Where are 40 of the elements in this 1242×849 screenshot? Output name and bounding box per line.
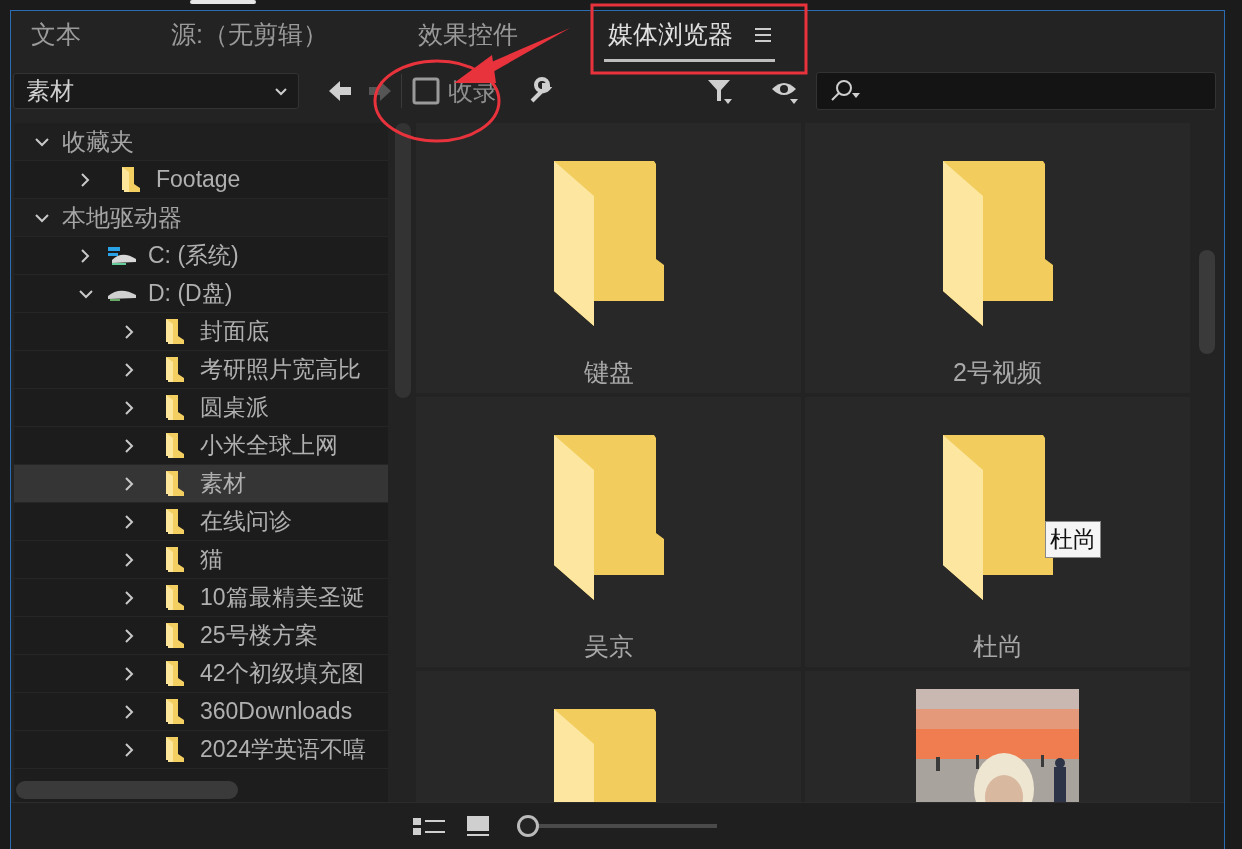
drive-icon (108, 246, 136, 265)
menu-icon[interactable] (754, 26, 771, 43)
thumbnail-tile[interactable]: 杜尚 杜尚 (805, 397, 1190, 667)
thumbnail-tile[interactable]: 吴京 (416, 397, 801, 667)
drag-handle[interactable] (190, 0, 256, 4)
folder-icon (164, 356, 186, 383)
tab[interactable]: 文本 (27, 12, 85, 62)
folder-icon (120, 166, 142, 193)
folder-icon (164, 736, 186, 763)
tooltip: 杜尚 (1045, 521, 1101, 558)
filter-icon[interactable] (706, 77, 734, 105)
folder-icon (164, 508, 186, 535)
folder-icon (164, 470, 186, 497)
search-icon (829, 79, 861, 103)
folder-icon (942, 161, 1053, 326)
folder-icon (164, 622, 186, 649)
folder-icon (164, 432, 186, 459)
tree-item[interactable]: 素材 (14, 465, 388, 503)
thumbnail-tile[interactable]: 2号视频 (805, 123, 1190, 393)
folder-icon (553, 161, 664, 326)
search-field[interactable] (816, 72, 1216, 110)
tab[interactable]: 效果控件 (413, 12, 522, 62)
folder-icon (164, 698, 186, 725)
scrollbar-thumb[interactable] (395, 123, 411, 398)
folder-icon (164, 394, 186, 421)
location-dropdown[interactable]: 素材 (13, 73, 299, 109)
scrollbar-thumb[interactable] (16, 781, 238, 799)
back-arrow-icon[interactable] (327, 78, 353, 104)
thumbnail-tile[interactable]: 键盘 (416, 123, 801, 393)
list-view-icon[interactable] (413, 816, 445, 836)
folder-icon (164, 584, 186, 611)
folder-icon (164, 318, 186, 345)
icon-view-icon[interactable] (467, 816, 489, 836)
chevron-down-icon (274, 85, 288, 97)
folder-icon (164, 660, 186, 687)
checkbox[interactable] (412, 77, 440, 105)
folder-icon (164, 546, 186, 573)
folder-icon (553, 435, 664, 600)
tab[interactable]: 源:（无剪辑） (167, 12, 332, 62)
slider-thumb[interactable] (517, 815, 539, 837)
